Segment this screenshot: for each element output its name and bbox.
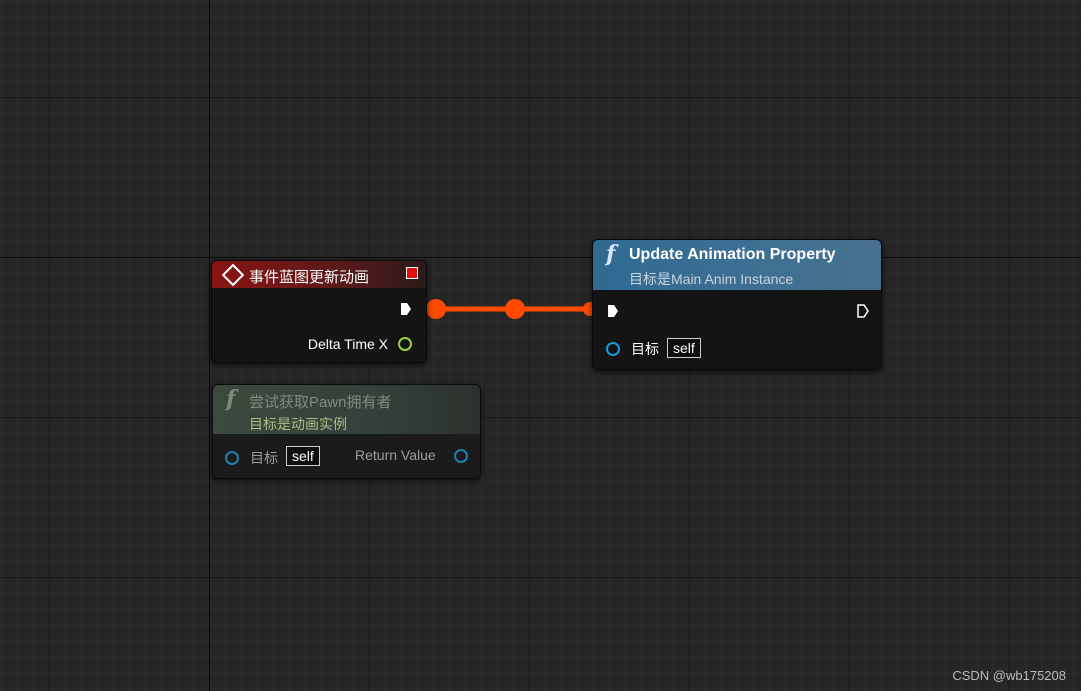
delta-time-label: Delta Time X <box>307 336 388 352</box>
event-diamond-icon <box>221 263 245 287</box>
target-self-field[interactable]: self <box>286 446 320 466</box>
target-label: 目标 <box>631 341 659 357</box>
target-object-pin-icon[interactable] <box>225 451 239 465</box>
grid-origin-vertical-line <box>209 0 210 691</box>
pure-node-subtitle: 目标是动画实例 <box>249 416 347 432</box>
function-icon: f <box>226 386 236 412</box>
target-object-pin-icon[interactable] <box>606 342 620 356</box>
event-node-header[interactable]: 事件蓝图更新动画 <box>212 261 426 288</box>
update-animation-property-node[interactable]: f Update Animation Property 目标是Main Anim… <box>592 239 882 370</box>
grid-origin-horizontal-line <box>0 257 1081 258</box>
function-node-subtitle: 目标是Main Anim Instance <box>629 271 794 287</box>
event-node-title: 事件蓝图更新动画 <box>249 269 370 286</box>
exec-output-pin-icon[interactable] <box>400 302 412 316</box>
wire-reroute-knot-start[interactable] <box>426 299 446 319</box>
event-blueprint-update-animation-node[interactable]: 事件蓝图更新动画 Delta Time X <box>211 260 427 363</box>
function-node-title: Update Animation Property <box>629 246 836 263</box>
delegate-pin-icon[interactable] <box>406 267 418 279</box>
exec-output-pin-icon[interactable] <box>857 304 869 318</box>
exec-wire[interactable] <box>0 0 1081 691</box>
watermark: CSDN @wb175208 <box>952 668 1066 683</box>
function-node-header[interactable]: f Update Animation Property 目标是Main Anim… <box>593 240 881 290</box>
exec-input-pin-icon[interactable] <box>607 304 619 318</box>
return-value-label: Return Value <box>355 447 436 463</box>
return-value-pin-icon[interactable] <box>454 449 468 463</box>
delta-time-float-pin-icon[interactable] <box>398 337 412 351</box>
wire-reroute-knot-middle[interactable] <box>505 299 525 319</box>
function-icon: f <box>606 241 616 267</box>
target-self-field[interactable]: self <box>667 338 701 358</box>
pure-node-header[interactable]: f 尝试获取Pawn拥有者 目标是动画实例 <box>213 385 480 434</box>
target-label: 目标 <box>250 450 278 466</box>
try-get-pawn-owner-node[interactable]: f 尝试获取Pawn拥有者 目标是动画实例 目标 self Return Val… <box>212 384 481 479</box>
pure-node-title: 尝试获取Pawn拥有者 <box>249 394 392 411</box>
